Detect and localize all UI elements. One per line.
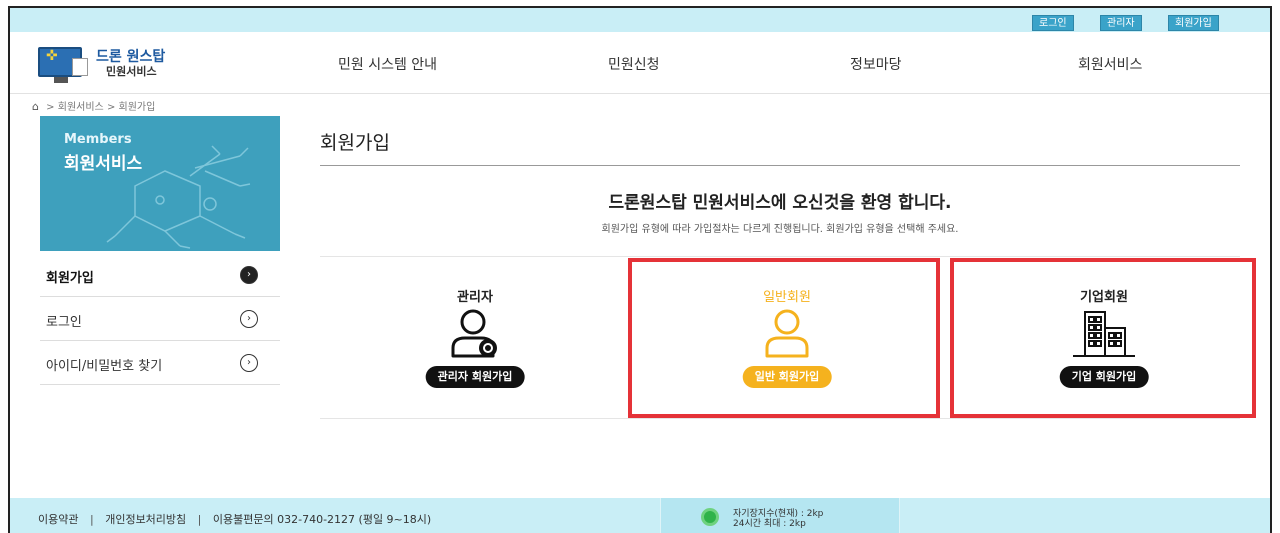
footer-links: 이용약관 | 개인정보처리방침 | 이용불편문의 032-740-2127 (평… [38, 511, 439, 527]
util-login-link[interactable]: 로그인 [1032, 15, 1074, 31]
page-title: 회원가입 [320, 132, 390, 154]
sidebar-item-label: 로그인 [46, 315, 82, 330]
logo-subtitle: 민원서비스 [106, 65, 157, 78]
banner-title-ko: 회원서비스 [64, 154, 143, 174]
header: ✜ 드론 원스탑 민원서비스 민원 시스템 안내 민원신청 정보마당 회원서비스 [10, 32, 1270, 94]
breadcrumb-sep: > [46, 102, 55, 113]
welcome-subtext: 회원가입 유형에 따라 가입절차는 다르게 진행됩니다. 회원가입 유형을 선택… [601, 224, 959, 235]
document-icon [72, 58, 88, 76]
sidebar-item-signup[interactable]: 회원가입 › [40, 253, 280, 297]
sidebar-item-login[interactable]: 로그인 › [40, 297, 280, 341]
footer-contact: 이용불편문의 032-740-2127 (평일 9~18시) [212, 513, 432, 526]
welcome-heading: 드론원스탑 민원서비스에 오신것을 환영 합니다. [608, 193, 952, 213]
admin-signup-button[interactable]: 관리자 회원가입 [425, 366, 525, 388]
cards-bottom-divider [320, 418, 1240, 419]
footer-separator: | [89, 513, 94, 526]
footer-terms-link[interactable]: 이용약관 [38, 513, 78, 526]
nav-info[interactable]: 정보마당 [850, 54, 902, 74]
footer-privacy-link[interactable]: 개인정보처리방침 [105, 513, 186, 526]
site-logo[interactable]: ✜ 드론 원스탑 민원서비스 [38, 44, 198, 83]
breadcrumb: ⌂ > 회원서비스 > 회원가입 [32, 98, 155, 113]
title-divider [320, 165, 1240, 166]
breadcrumb-level1[interactable]: 회원서비스 [58, 102, 104, 113]
sidebar-banner: Members 회원서비스 [40, 116, 280, 251]
geomagnetic-status: 자기장지수(현재) : 2kp 24시간 최대 : 2kp [660, 498, 900, 533]
breadcrumb-sep: > [106, 102, 116, 113]
banner-title-en: Members [64, 132, 132, 147]
browser-frame: 로그인 관리자 회원가입 ✜ 드론 원스탑 민원서비스 민원 시스템 안내 민원… [8, 6, 1272, 533]
nav-application[interactable]: 민원신청 [608, 54, 660, 74]
sidebar-item-find-account[interactable]: 아이디/비밀번호 찾기 › [40, 341, 280, 385]
card-admin: 관리자 관리자 회원가입 [320, 258, 630, 418]
highlight-box-general [628, 258, 940, 418]
card-title: 관리자 [457, 290, 493, 305]
home-icon[interactable]: ⌂ [32, 100, 39, 113]
breadcrumb-level2[interactable]: 회원가입 [119, 102, 156, 113]
util-admin-link[interactable]: 관리자 [1100, 15, 1142, 31]
sidebar-item-label: 아이디/비밀번호 찾기 [46, 359, 163, 374]
util-signup-link[interactable]: 회원가입 [1168, 15, 1219, 31]
cards-top-divider [320, 256, 1240, 257]
highlight-box-company [950, 258, 1256, 418]
status-indicator-icon [701, 508, 719, 526]
nav-system-guide[interactable]: 민원 시스템 안내 [338, 54, 437, 74]
footer: 이용약관 | 개인정보처리방침 | 이용불편문의 032-740-2127 (평… [10, 498, 1270, 533]
top-utility-bar: 로그인 관리자 회원가입 [10, 8, 1270, 32]
chevron-right-icon: › [240, 266, 258, 284]
status-max: 24시간 최대 : 2kp [733, 519, 806, 529]
footer-separator: | [197, 513, 202, 526]
nav-member-service[interactable]: 회원서비스 [1078, 54, 1142, 74]
sidebar-item-label: 회원가입 [46, 271, 94, 286]
chevron-right-icon: › [240, 310, 258, 328]
admin-user-icon [451, 309, 497, 358]
drone-icon: ✜ [46, 48, 58, 64]
chevron-right-icon: › [240, 354, 258, 372]
